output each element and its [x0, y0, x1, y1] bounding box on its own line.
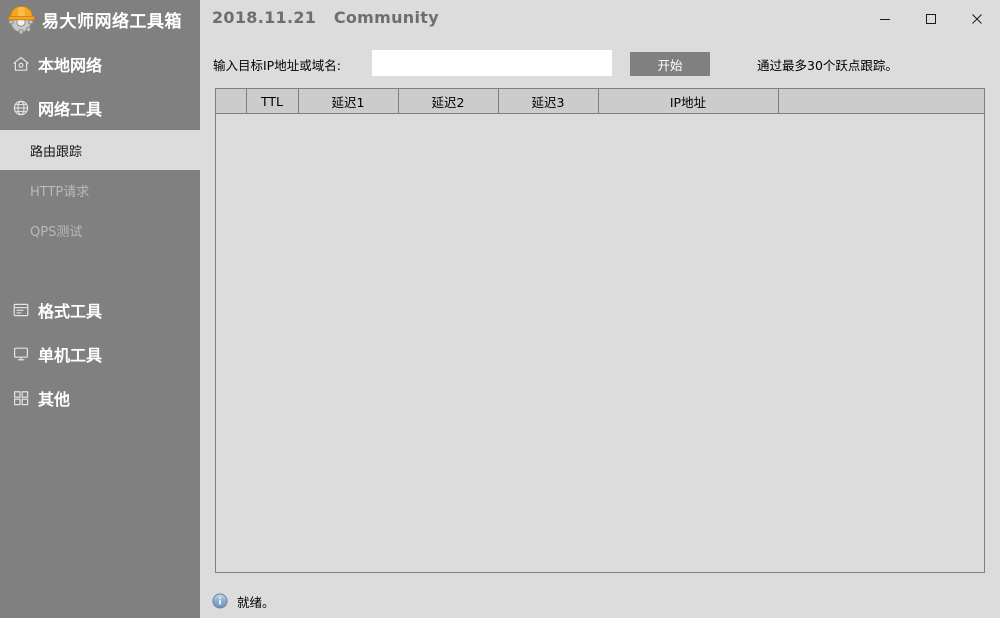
sidebar-item-label: HTTP请求: [30, 184, 90, 200]
maximize-button[interactable]: [908, 0, 954, 38]
document-icon: [10, 299, 32, 321]
window-controls: [862, 0, 1000, 38]
maximize-icon: [926, 14, 936, 24]
info-icon: [212, 593, 228, 609]
column-header-index[interactable]: [216, 89, 247, 114]
helmet-gear-logo-icon: [6, 3, 38, 35]
sidebar-group-other[interactable]: 其他: [0, 376, 200, 420]
globe-icon: [10, 97, 32, 119]
grid-icon: [10, 387, 32, 409]
column-header-delay1[interactable]: 延迟1: [298, 89, 399, 114]
column-header-delay3[interactable]: 延迟3: [498, 89, 599, 114]
traceroute-form: 输入目标IP地址或域名: 开始 通过最多30个跃点跟踪。: [200, 50, 1000, 80]
sidebar-item-label: QPS测试: [30, 224, 83, 240]
sidebar: 易大师网络工具箱 本地网络 网络工具 路由跟踪 HTTP请求 QPS测试 格式工…: [0, 0, 200, 618]
column-header-delay2[interactable]: 延迟2: [398, 89, 499, 114]
minimize-icon: [880, 19, 890, 20]
results-grid: TTL 延迟1 延迟2 延迟3 IP地址: [216, 89, 984, 114]
brand-title: 易大师网络工具箱: [42, 11, 182, 32]
traceroute-results-table: TTL 延迟1 延迟2 延迟3 IP地址: [215, 88, 985, 573]
main-content: 输入目标IP地址或域名: 开始 通过最多30个跃点跟踪。 TTL 延迟1 延迟2…: [200, 38, 1000, 618]
column-header-extra[interactable]: [778, 89, 984, 114]
monitor-icon: [10, 343, 32, 365]
brand: 易大师网络工具箱: [0, 0, 200, 38]
sidebar-group-format-tools[interactable]: 格式工具: [0, 288, 200, 332]
sidebar-group-standalone-tools[interactable]: 单机工具: [0, 332, 200, 376]
sidebar-group-label: 其他: [38, 390, 71, 409]
minimize-button[interactable]: [862, 0, 908, 38]
status-text: 就绪。: [237, 594, 275, 610]
sidebar-group-label: 网络工具: [38, 100, 103, 119]
sidebar-group-label: 单机工具: [38, 346, 103, 365]
target-input[interactable]: [372, 50, 612, 76]
title-bar: 2018.11.21 Community: [200, 0, 1000, 38]
start-button[interactable]: 开始: [630, 52, 710, 76]
table-header-row: TTL 延迟1 延迟2 延迟3 IP地址: [216, 89, 984, 114]
sidebar-group-local-network[interactable]: 本地网络: [0, 42, 200, 86]
sidebar-item-http-request[interactable]: HTTP请求: [0, 170, 200, 210]
sidebar-item-traceroute[interactable]: 路由跟踪: [0, 130, 200, 170]
close-icon: [972, 14, 982, 24]
home-icon: [10, 53, 32, 75]
sidebar-nav: 本地网络 网络工具 路由跟踪 HTTP请求 QPS测试 格式工具 单机工具 其他: [0, 42, 200, 420]
column-header-ip[interactable]: IP地址: [598, 89, 779, 114]
hop-hint-text: 通过最多30个跃点跟踪。: [757, 58, 898, 73]
status-bar: 就绪。: [200, 584, 1000, 618]
target-input-label: 输入目标IP地址或域名:: [213, 58, 341, 73]
sidebar-group-network-tools[interactable]: 网络工具: [0, 86, 200, 130]
sidebar-group-label: 本地网络: [38, 56, 103, 75]
sidebar-item-qps-test[interactable]: QPS测试: [0, 210, 200, 250]
title-bar-text: 2018.11.21 Community: [212, 8, 439, 27]
column-header-ttl[interactable]: TTL: [246, 89, 299, 114]
results-grid-body: [216, 114, 984, 572]
close-button[interactable]: [954, 0, 1000, 38]
sidebar-item-label: 路由跟踪: [30, 144, 83, 160]
app-window: 易大师网络工具箱 本地网络 网络工具 路由跟踪 HTTP请求 QPS测试 格式工…: [0, 0, 1000, 618]
sidebar-group-label: 格式工具: [38, 302, 103, 321]
